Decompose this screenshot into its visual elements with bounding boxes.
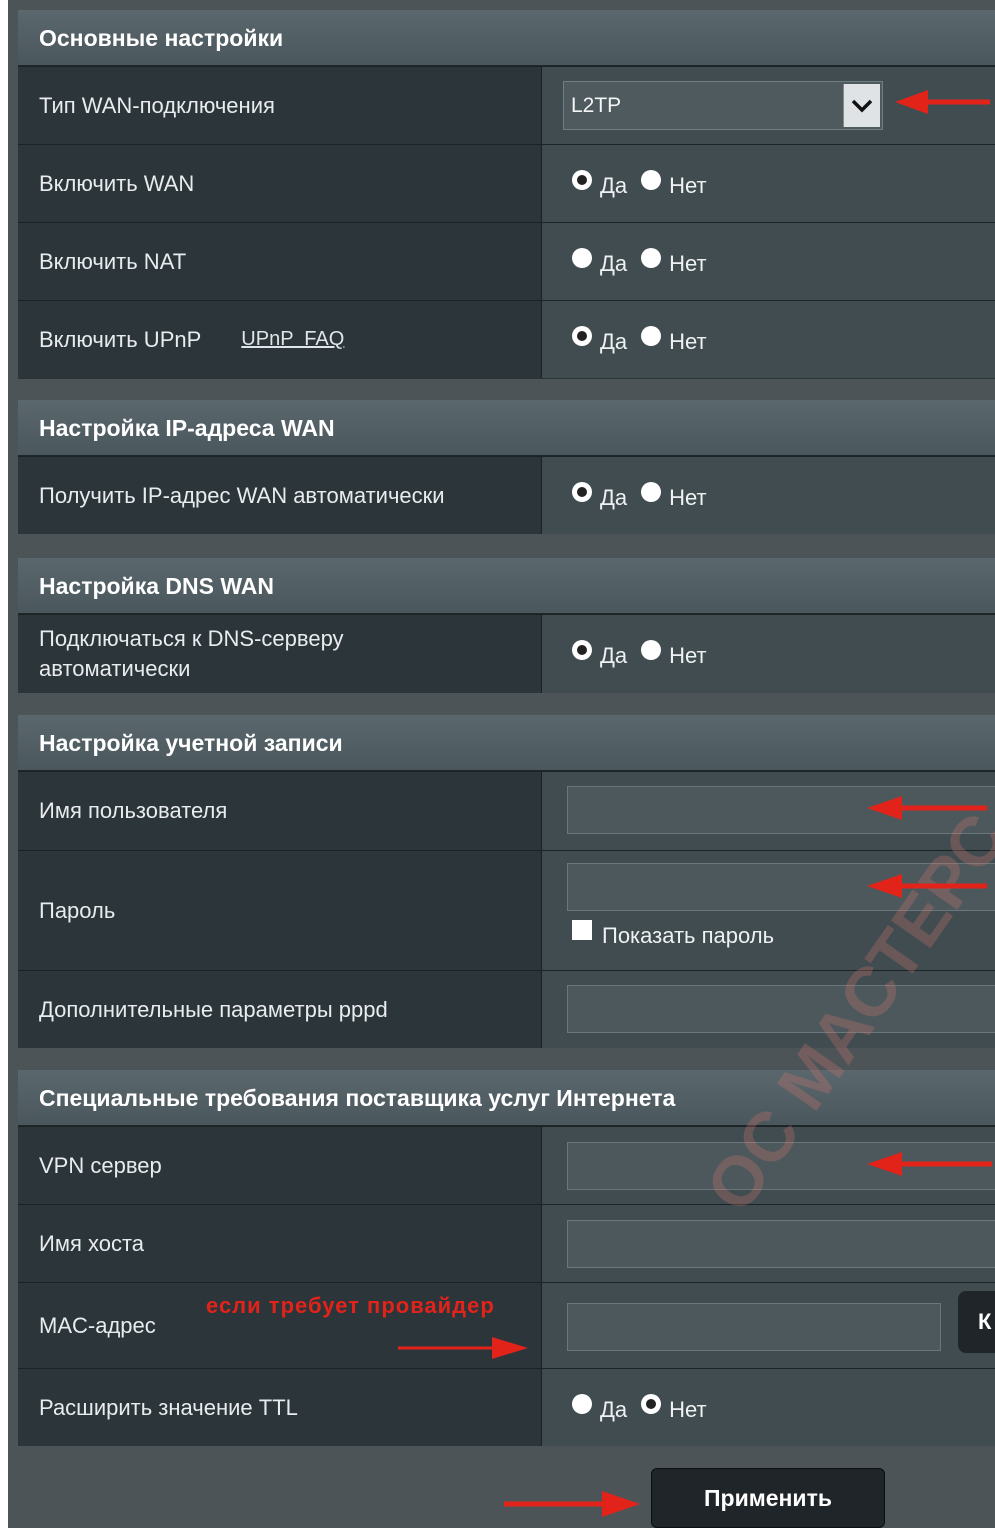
upnp-faq-link[interactable]: UPnP FAQ <box>241 328 344 351</box>
radio-checked-icon[interactable] <box>572 170 592 190</box>
enable-nat-radio-group: Да Нет <box>572 248 721 277</box>
arrow-left-icon <box>867 1152 992 1176</box>
enable-upnp-label: Включить UPnP <box>39 326 202 352</box>
wan-type-label: Тип WAN-подключения <box>18 67 540 144</box>
ttl-radio-group: Да Нет <box>572 1394 721 1423</box>
password-label: Пароль <box>18 851 540 970</box>
radio-icon[interactable] <box>641 248 662 268</box>
ttl-no[interactable]: Нет <box>641 1394 707 1423</box>
section-title-ip: Настройка IP-адреса WAN <box>18 400 995 456</box>
username-label: Имя пользователя <box>18 772 540 850</box>
row-ttl: Расширить значение TTL Да Нет <box>18 1368 995 1446</box>
arrow-left-icon <box>895 90 990 114</box>
enable-nat-no[interactable]: Нет <box>641 248 707 277</box>
row-hostname: Имя хоста <box>18 1204 995 1282</box>
radio-checked-icon[interactable] <box>641 1394 662 1414</box>
checkbox-icon[interactable] <box>572 920 592 940</box>
auto-dns-yes[interactable]: Да <box>572 640 627 669</box>
wan-ip-section: Настройка IP-адреса WAN Получить IP-адре… <box>18 400 995 534</box>
row-username: Имя пользователя <box>18 771 995 850</box>
auto-dns-label-line2: автоматически <box>39 656 191 681</box>
vpn-server-label: VPN сервер <box>18 1127 540 1204</box>
radio-checked-icon[interactable] <box>572 482 592 502</box>
show-password-checkbox[interactable]: Показать пароль <box>572 920 775 949</box>
row-auto-dns: Подключаться к DNS-серверу автоматически… <box>18 614 995 693</box>
arrow-left-icon <box>867 874 987 898</box>
enable-wan-label: Включить WAN <box>18 145 540 222</box>
isp-section: Специальные требования поставщика услуг … <box>18 1070 995 1446</box>
enable-upnp-radio-group: Да Нет <box>572 326 721 355</box>
radio-icon[interactable] <box>641 482 662 502</box>
auto-dns-radio-group: Да Нет <box>572 640 721 669</box>
section-title-dns: Настройка DNS WAN <box>18 558 995 614</box>
arrow-right-icon <box>398 1337 528 1359</box>
enable-nat-label: Включить NAT <box>18 223 540 300</box>
arrow-left-icon <box>867 796 987 820</box>
wan-type-select[interactable]: L2TP <box>563 81 883 130</box>
row-enable-wan: Включить WAN Да Нет <box>18 144 995 222</box>
auto-dns-label-line1: Подключаться к DNS-серверу <box>39 626 344 651</box>
radio-icon[interactable] <box>572 248 592 268</box>
hostname-label: Имя хоста <box>18 1205 540 1282</box>
wan-dns-section: Настройка DNS WAN Подключаться к DNS-сер… <box>18 558 995 693</box>
enable-wan-no[interactable]: Нет <box>641 170 707 199</box>
enable-wan-radio-group: Да Нет <box>572 170 721 199</box>
hostname-input[interactable] <box>567 1220 995 1268</box>
row-vpn-server: VPN сервер <box>18 1126 995 1204</box>
row-auto-ip: Получить IP-адрес WAN автоматически Да Н… <box>18 456 995 534</box>
auto-ip-no[interactable]: Нет <box>641 482 707 511</box>
mac-input[interactable] <box>567 1303 941 1351</box>
auto-dns-no[interactable]: Нет <box>641 640 707 669</box>
radio-checked-icon[interactable] <box>572 326 592 346</box>
enable-upnp-label-cell: Включить UPnP UPnP FAQ <box>18 301 540 378</box>
enable-upnp-yes[interactable]: Да <box>572 326 627 355</box>
auto-ip-label: Получить IP-адрес WAN автоматически <box>18 457 540 534</box>
row-enable-upnp: Включить UPnP UPnP FAQ Да Нет <box>18 300 995 378</box>
row-wan-type: Тип WAN-подключения L2TP <box>18 66 995 144</box>
section-title-basic: Основные настройки <box>18 10 995 66</box>
radio-icon[interactable] <box>572 1394 592 1414</box>
auto-ip-radio-group: Да Нет <box>572 482 721 511</box>
radio-icon[interactable] <box>641 326 662 346</box>
basic-settings-section: Основные настройки Тип WAN-подключения L… <box>18 10 995 379</box>
radio-icon[interactable] <box>641 640 662 660</box>
radio-icon[interactable] <box>641 170 662 190</box>
auto-ip-yes[interactable]: Да <box>572 482 627 511</box>
pppd-input[interactable] <box>567 985 995 1033</box>
enable-wan-yes[interactable]: Да <box>572 170 627 199</box>
wan-type-value: L2TP <box>571 94 622 117</box>
mac-note: если требует провайдер <box>206 1293 495 1318</box>
arrow-right-icon <box>504 1491 640 1517</box>
ttl-yes[interactable]: Да <box>572 1394 627 1423</box>
enable-nat-yes[interactable]: Да <box>572 248 627 277</box>
mac-clone-button[interactable]: К <box>958 1291 995 1353</box>
chevron-down-icon[interactable] <box>843 84 880 127</box>
section-title-account: Настройка учетной записи <box>18 715 995 771</box>
pppd-label: Дополнительные параметры pppd <box>18 971 540 1048</box>
apply-button[interactable]: Применить <box>651 1468 885 1528</box>
show-password-label: Показать пароль <box>602 923 775 948</box>
radio-checked-icon[interactable] <box>572 640 592 660</box>
row-enable-nat: Включить NAT Да Нет <box>18 222 995 300</box>
enable-upnp-no[interactable]: Нет <box>641 326 707 355</box>
ttl-label: Расширить значение TTL <box>18 1369 540 1446</box>
auto-dns-label-cell: Подключаться к DNS-серверу автоматически <box>18 615 540 693</box>
